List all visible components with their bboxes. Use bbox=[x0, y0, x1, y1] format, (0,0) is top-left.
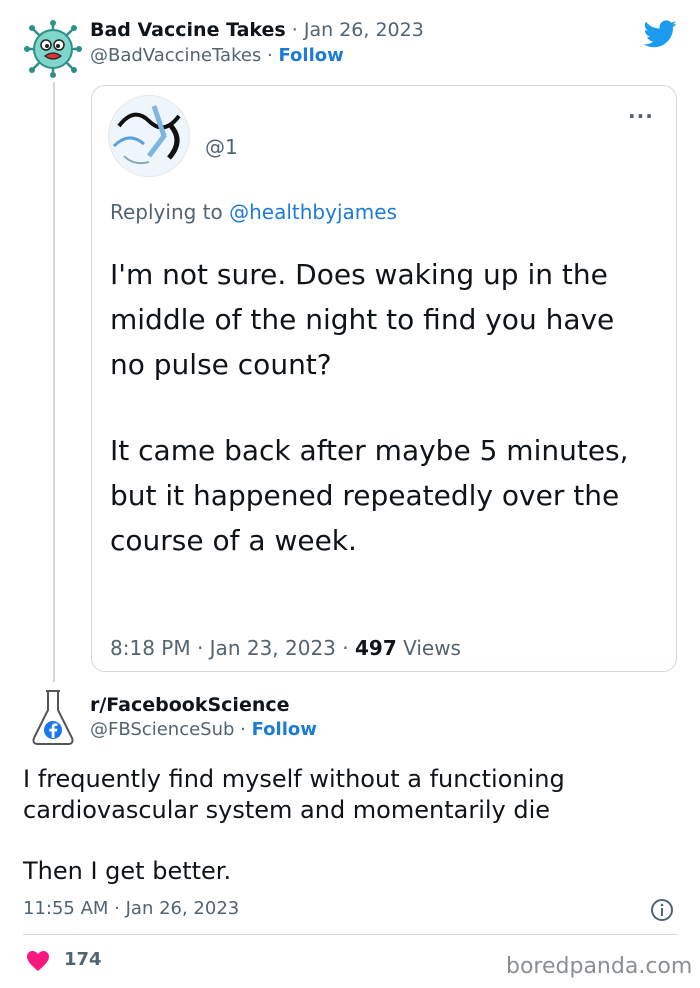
reply-paragraph-1: I frequently find myself without a funct… bbox=[23, 765, 565, 824]
bad-vaccine-takes-avatar[interactable] bbox=[24, 20, 82, 78]
quoted-tweet-time[interactable]: 8:18 PM · Jan 23, 2023 · bbox=[110, 636, 355, 660]
divider bbox=[23, 934, 677, 935]
replying-to-prefix: Replying to bbox=[110, 200, 230, 224]
replying-to-line: Replying to @healthbyjames bbox=[110, 200, 397, 224]
follow-button[interactable]: Follow bbox=[278, 45, 343, 66]
facebook-science-avatar[interactable] bbox=[30, 688, 76, 746]
quoted-views-label: Views bbox=[396, 636, 461, 660]
reply-follow-button[interactable]: Follow bbox=[252, 719, 317, 740]
watermark: boredpanda.com bbox=[506, 954, 693, 979]
more-options-icon[interactable]: ··· bbox=[628, 104, 654, 128]
tweet-handle-row: @BadVaccineTakes · Follow bbox=[90, 45, 344, 66]
tweet-date[interactable]: Jan 26, 2023 bbox=[304, 19, 424, 41]
quoted-tweet-paragraph-1: I'm not sure. Does waking up in the midd… bbox=[110, 258, 615, 381]
reply-author-handle[interactable]: @FBScienceSub bbox=[90, 719, 234, 740]
twitter-bird-icon[interactable] bbox=[644, 20, 677, 48]
reply-author-name[interactable]: r/FacebookScience bbox=[90, 694, 290, 716]
thread-connector-line bbox=[53, 82, 55, 682]
reply-handle-row: @FBScienceSub · Follow bbox=[90, 719, 317, 740]
quoted-user-handle[interactable]: @1 bbox=[205, 135, 238, 159]
heart-icon[interactable] bbox=[26, 950, 50, 972]
date-separator: · bbox=[285, 19, 304, 41]
tweet-header: Bad Vaccine Takes · Jan 26, 2023 bbox=[90, 19, 424, 41]
quoted-views-count: 497 bbox=[354, 636, 397, 660]
reply-timestamp[interactable]: 11:55 AM · Jan 26, 2023 bbox=[23, 898, 239, 919]
reply-follow-separator: · bbox=[234, 719, 252, 740]
reply-paragraph-2: Then I get better. bbox=[23, 857, 232, 885]
quoted-user-avatar[interactable] bbox=[108, 95, 190, 177]
like-count[interactable]: 174 bbox=[64, 949, 102, 970]
quoted-tweet-paragraph-2: It came back after maybe 5 minutes, but … bbox=[110, 434, 629, 557]
quoted-tweet-meta: 8:18 PM · Jan 23, 2023 · 497 Views bbox=[110, 636, 461, 660]
follow-separator: · bbox=[261, 45, 279, 66]
info-icon[interactable] bbox=[650, 898, 674, 922]
author-handle[interactable]: @BadVaccineTakes bbox=[90, 45, 261, 66]
author-name[interactable]: Bad Vaccine Takes bbox=[90, 19, 286, 41]
replying-to-link[interactable]: @healthbyjames bbox=[229, 200, 397, 224]
